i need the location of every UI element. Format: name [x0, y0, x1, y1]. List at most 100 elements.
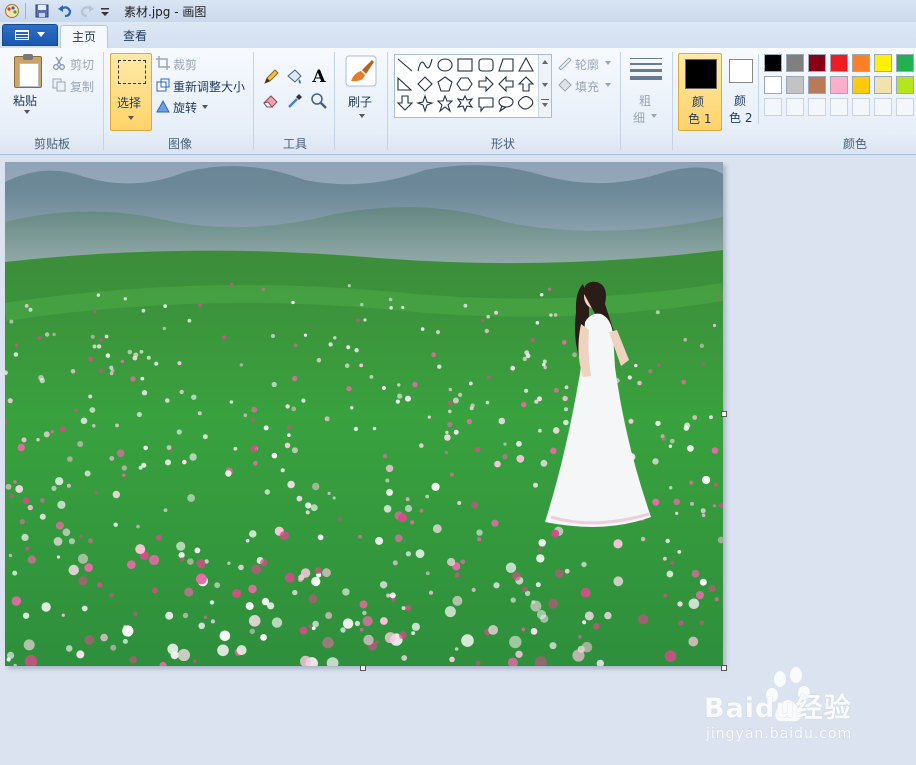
custom-color-slot[interactable] — [786, 98, 804, 116]
palette-swatch[interactable] — [764, 76, 782, 94]
flower-dot — [359, 363, 364, 368]
palette-swatch[interactable] — [808, 76, 826, 94]
paint-menu-button[interactable] — [2, 24, 58, 46]
flower-dot — [486, 375, 491, 380]
flower-dot — [133, 611, 138, 617]
custom-color-slot[interactable] — [896, 98, 914, 116]
flower-dot — [214, 582, 221, 589]
flower-dot — [522, 356, 527, 362]
palette-swatch[interactable] — [830, 76, 848, 94]
magnifier-icon[interactable] — [308, 90, 330, 112]
flower-dot — [444, 434, 451, 441]
flower-dot — [384, 632, 396, 644]
image-canvas[interactable] — [5, 162, 723, 666]
resize-icon[interactable] — [156, 78, 170, 95]
custom-color-slot[interactable] — [874, 98, 892, 116]
flower-dot — [449, 656, 455, 663]
flower-dot — [77, 441, 84, 447]
resize-button[interactable]: 重新调整大小 — [173, 78, 245, 95]
fill-icon[interactable] — [557, 78, 573, 95]
custom-color-slot[interactable] — [764, 98, 782, 116]
flower-dot — [454, 572, 460, 578]
custom-color-slot[interactable] — [852, 98, 870, 116]
tab-home[interactable]: 主页 — [60, 25, 108, 49]
flower-dot — [230, 282, 234, 287]
shapes-gallery-scrollbar[interactable] — [538, 55, 551, 117]
gallery-expand-icon[interactable] — [542, 103, 548, 107]
flower-dot — [395, 399, 400, 404]
custom-color-slot[interactable] — [808, 98, 826, 116]
scroll-up-icon[interactable] — [542, 60, 548, 64]
undo-icon[interactable] — [57, 3, 73, 19]
rotate-dropdown-icon[interactable] — [202, 105, 208, 109]
flower-dot — [113, 522, 118, 527]
pencil-icon[interactable] — [260, 66, 282, 88]
flower-dot — [510, 597, 516, 603]
outline-dropdown-icon[interactable] — [605, 61, 611, 65]
flower-dot — [291, 406, 297, 412]
flower-dot — [187, 558, 194, 565]
customize-quick-access-icon[interactable] — [99, 3, 115, 19]
fill-button[interactable]: 填充 — [575, 78, 599, 95]
palette-swatch[interactable] — [874, 76, 892, 94]
palette-swatch[interactable] — [764, 54, 782, 72]
line-size-icon[interactable] — [630, 58, 662, 80]
palette-swatch[interactable] — [874, 54, 892, 72]
text-tool-icon[interactable]: A — [308, 66, 330, 88]
palette-swatch[interactable] — [896, 76, 914, 94]
palette-swatch[interactable] — [896, 54, 914, 72]
select-button[interactable]: 选择 — [110, 53, 152, 131]
redo-icon[interactable] — [79, 3, 95, 19]
save-icon[interactable] — [34, 3, 50, 19]
color2-button[interactable] — [729, 59, 753, 83]
rotate-button[interactable]: 旋转 — [173, 99, 197, 116]
resize-handle-bottom[interactable] — [360, 665, 366, 671]
tab-view[interactable]: 查看 — [112, 25, 158, 48]
resize-handle-right[interactable] — [721, 411, 727, 417]
brushes-dropdown-icon[interactable] — [359, 114, 365, 118]
flower-dot — [316, 357, 322, 363]
flower-dot — [189, 453, 197, 461]
palette-swatch[interactable] — [852, 76, 870, 94]
brush-icon[interactable] — [345, 55, 377, 90]
fill-bucket-icon[interactable] — [284, 66, 306, 88]
rotate-icon[interactable] — [156, 99, 170, 116]
flower-dot — [562, 395, 568, 402]
paste-button[interactable]: 粘贴 — [13, 92, 37, 109]
crop-icon[interactable] — [156, 56, 170, 73]
paste-icon[interactable] — [14, 54, 42, 88]
crop-button[interactable]: 裁剪 — [173, 56, 197, 73]
cut-button[interactable]: 剪切 — [70, 56, 94, 73]
custom-color-slot[interactable] — [830, 98, 848, 116]
group-separator — [387, 52, 388, 150]
outline-icon[interactable] — [557, 56, 573, 73]
field-photo — [5, 162, 723, 666]
gallery-more-icon[interactable] — [541, 99, 549, 100]
color1-button[interactable]: 颜 色 1 — [678, 53, 722, 131]
color-picker-icon[interactable] — [284, 90, 306, 112]
paint-app-icon[interactable] — [4, 3, 20, 19]
flower-dot — [165, 611, 174, 620]
copy-icon[interactable] — [52, 78, 66, 95]
outline-button[interactable]: 轮廓 — [575, 56, 599, 73]
flower-dot — [536, 554, 545, 563]
palette-swatch[interactable] — [830, 54, 848, 72]
palette-swatch[interactable] — [808, 54, 826, 72]
flower-dot — [411, 622, 420, 631]
flower-dot — [202, 434, 208, 440]
cut-icon[interactable] — [52, 56, 66, 73]
flower-dot — [397, 383, 401, 387]
select-label: 选择 — [117, 96, 142, 110]
flower-dot — [68, 538, 75, 545]
scroll-down-icon[interactable] — [542, 83, 548, 87]
paste-dropdown-icon[interactable] — [24, 110, 30, 114]
brushes-button[interactable]: 刷子 — [348, 93, 372, 110]
fill-dropdown-icon[interactable] — [605, 83, 611, 87]
palette-swatch[interactable] — [852, 54, 870, 72]
flower-dot — [61, 613, 65, 617]
palette-swatch[interactable] — [786, 76, 804, 94]
palette-swatch[interactable] — [786, 54, 804, 72]
flower-dot — [267, 602, 275, 610]
eraser-icon[interactable] — [260, 90, 282, 112]
copy-button[interactable]: 复制 — [70, 78, 94, 95]
